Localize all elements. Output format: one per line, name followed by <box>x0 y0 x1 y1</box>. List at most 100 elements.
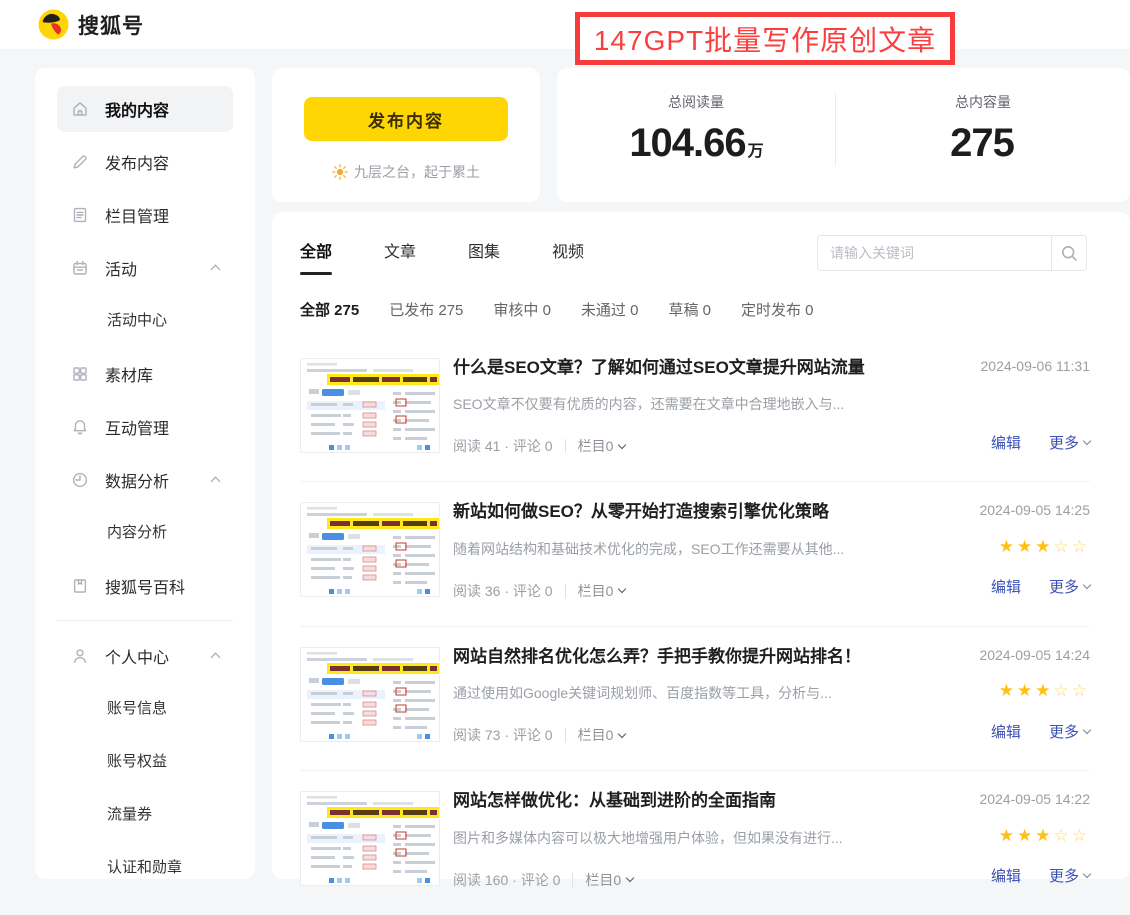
annotation-banner: 147GPT批量写作原创文章 <box>575 12 955 65</box>
filter-draft[interactable]: 草稿 0 <box>668 299 711 320</box>
article-row: 网站怎样做优化：从基础到进阶的全面指南 图片和多媒体内容可以极大地增强用户体验，… <box>300 771 1090 914</box>
chevron-down-icon <box>618 441 626 449</box>
article-row: 新站如何做SEO？从零开始打造搜索引擎优化策略 随着网站结构和基础技术优化的完成… <box>300 482 1090 626</box>
filter-all[interactable]: 全部 275 <box>300 299 359 320</box>
search-icon <box>1061 245 1078 262</box>
filter-scheduled[interactable]: 定时发布 0 <box>741 299 814 320</box>
article-star-rating: ★★★☆☆ <box>999 683 1090 700</box>
sidebar-item-personal-center[interactable]: 个人中心 <box>57 629 233 682</box>
edit-link[interactable]: 编辑 <box>991 576 1021 597</box>
sidebar-item-publish-content[interactable]: 发布内容 <box>57 135 233 188</box>
edit-link[interactable]: 编辑 <box>991 432 1021 453</box>
star-empty-icon: ☆ <box>1054 537 1072 557</box>
sidebar-divider <box>57 620 233 621</box>
top-bar: 搜狐号 <box>0 0 1130 49</box>
article-star-rating: ★★★☆☆ <box>999 539 1090 556</box>
sidebar-subitem-content-analysis[interactable]: 内容分析 <box>57 506 233 559</box>
article-actions: 编辑 更多 <box>991 865 1090 886</box>
article-main: 什么是SEO文章？了解如何通过SEO文章提升网站流量 SEO文章不仅要有优质的内… <box>453 358 915 456</box>
sidebar-item-label: 活动 <box>105 256 137 280</box>
edit-link[interactable]: 编辑 <box>991 721 1021 742</box>
sidebar-item-label: 搜狐号百科 <box>105 574 185 598</box>
filter-reviewing[interactable]: 审核中 0 <box>493 299 551 320</box>
article-title[interactable]: 网站怎样做优化：从基础到进阶的全面指南 <box>453 791 915 811</box>
publish-card: 发布内容 九层之台，起于累土 <box>272 68 540 202</box>
meta-divider <box>565 584 566 598</box>
publish-button[interactable]: 发布内容 <box>304 97 508 141</box>
user-icon <box>71 647 89 665</box>
star-filled-icon: ★ <box>999 826 1017 846</box>
edit-link[interactable]: 编辑 <box>991 865 1021 886</box>
filter-rejected[interactable]: 未通过 0 <box>581 299 639 320</box>
motto-text: 九层之台，起于累土 <box>354 162 480 182</box>
sidebar-subitem-traffic-coupon[interactable]: 流量券 <box>57 788 233 841</box>
tab-all[interactable]: 全部 <box>300 238 332 275</box>
article-excerpt: 随着网站结构和基础技术优化的完成，SEO工作还需要从其他... <box>453 539 915 559</box>
stat-label: 总阅读量 <box>557 92 835 112</box>
more-link[interactable]: 更多 <box>1049 865 1090 886</box>
article-thumbnail[interactable] <box>300 647 440 742</box>
star-filled-icon: ★ <box>1017 537 1035 557</box>
home-icon <box>71 100 89 118</box>
star-empty-icon: ☆ <box>1054 681 1072 701</box>
article-thumbnail[interactable] <box>300 791 440 886</box>
search-box <box>817 235 1087 271</box>
article-side: 2024-09-05 14:25 ★★★☆☆ 编辑 更多 <box>915 502 1090 597</box>
star-filled-icon: ★ <box>999 537 1017 557</box>
sidebar-subitem-activity-center[interactable]: 活动中心 <box>57 294 233 347</box>
sidebar-item-my-content[interactable]: 我的内容 <box>57 86 233 132</box>
article-main: 新站如何做SEO？从零开始打造搜索引擎优化策略 随着网站结构和基础技术优化的完成… <box>453 502 915 600</box>
meta-divider <box>565 728 566 742</box>
sidebar-item-sohu-baike[interactable]: 搜狐号百科 <box>57 559 233 612</box>
calendar-icon <box>71 259 89 277</box>
more-link[interactable]: 更多 <box>1049 721 1090 742</box>
sidebar-item-interaction-management[interactable]: 互动管理 <box>57 400 233 453</box>
sidebar-subitem-account-rights[interactable]: 账号权益 <box>57 735 233 788</box>
more-label: 更多 <box>1049 865 1079 886</box>
sidebar-subitem-certification-medals[interactable]: 认证和勋章 <box>57 841 233 894</box>
article-main: 网站自然排名优化怎么弄？手把手教你提升网站排名！ 通过使用如Google关键词规… <box>453 647 915 745</box>
article-actions: 编辑 更多 <box>991 576 1090 597</box>
star-filled-icon: ★ <box>1035 826 1053 846</box>
chevron-up-icon <box>211 653 221 663</box>
article-title[interactable]: 什么是SEO文章？了解如何通过SEO文章提升网站流量 <box>453 358 915 378</box>
article-title[interactable]: 新站如何做SEO？从零开始打造搜索引擎优化策略 <box>453 502 915 522</box>
status-filters: 全部 275 已发布 275 审核中 0 未通过 0 草稿 0 定时发布 0 <box>272 275 1130 320</box>
article-title[interactable]: 网站自然排名优化怎么弄？手把手教你提升网站排名！ <box>453 647 915 667</box>
sidebar-item-column-management[interactable]: 栏目管理 <box>57 188 233 241</box>
column-dropdown[interactable]: 栏目0 <box>578 581 626 601</box>
sidebar: 我的内容发布内容栏目管理活动活动中心素材库互动管理数据分析内容分析搜狐号百科 个… <box>35 68 255 879</box>
article-main: 网站怎样做优化：从基础到进阶的全面指南 图片和多媒体内容可以极大地增强用户体验，… <box>453 791 915 889</box>
sidebar-item-label: 我的内容 <box>105 97 169 121</box>
sidebar-item-material-library[interactable]: 素材库 <box>57 347 233 400</box>
more-link[interactable]: 更多 <box>1049 576 1090 597</box>
stat-value: 275 <box>836 121 1130 166</box>
article-thumbnail[interactable] <box>300 358 440 453</box>
search-input[interactable] <box>818 236 1051 270</box>
article-meta: 阅读 160 · 评论 0 栏目0 <box>453 870 915 890</box>
sohu-logo[interactable]: 搜狐号 <box>38 9 144 40</box>
column-dropdown[interactable]: 栏目0 <box>585 870 633 890</box>
search-button[interactable] <box>1051 236 1086 270</box>
article-meta: 阅读 73 · 评论 0 栏目0 <box>453 725 915 745</box>
filter-published[interactable]: 已发布 275 <box>389 299 463 320</box>
star-empty-icon: ☆ <box>1072 681 1090 701</box>
more-link[interactable]: 更多 <box>1049 432 1090 453</box>
tab-articles[interactable]: 文章 <box>384 238 416 275</box>
sidebar-item-activities[interactable]: 活动 <box>57 241 233 294</box>
article-excerpt: 图片和多媒体内容可以极大地增强用户体验，但如果没有进行... <box>453 828 915 848</box>
sidebar-item-label: 发布内容 <box>105 150 169 174</box>
article-side: 2024-09-05 14:24 ★★★☆☆ 编辑 更多 <box>915 647 1090 742</box>
article-thumbnail[interactable] <box>300 502 440 597</box>
column-dropdown[interactable]: 栏目0 <box>578 436 626 456</box>
article-actions: 编辑 更多 <box>991 721 1090 742</box>
sidebar-item-label: 素材库 <box>105 362 153 386</box>
tab-videos[interactable]: 视频 <box>552 238 584 275</box>
sidebar-item-data-analysis[interactable]: 数据分析 <box>57 453 233 506</box>
sidebar-subitem-account-info[interactable]: 账号信息 <box>57 682 233 735</box>
tab-galleries[interactable]: 图集 <box>468 238 500 275</box>
chevron-down-icon <box>1083 581 1091 589</box>
chevron-down-icon <box>1083 726 1091 734</box>
column-dropdown[interactable]: 栏目0 <box>578 725 626 745</box>
stats-card: 总阅读量 104.66万总内容量 275 <box>557 68 1130 202</box>
